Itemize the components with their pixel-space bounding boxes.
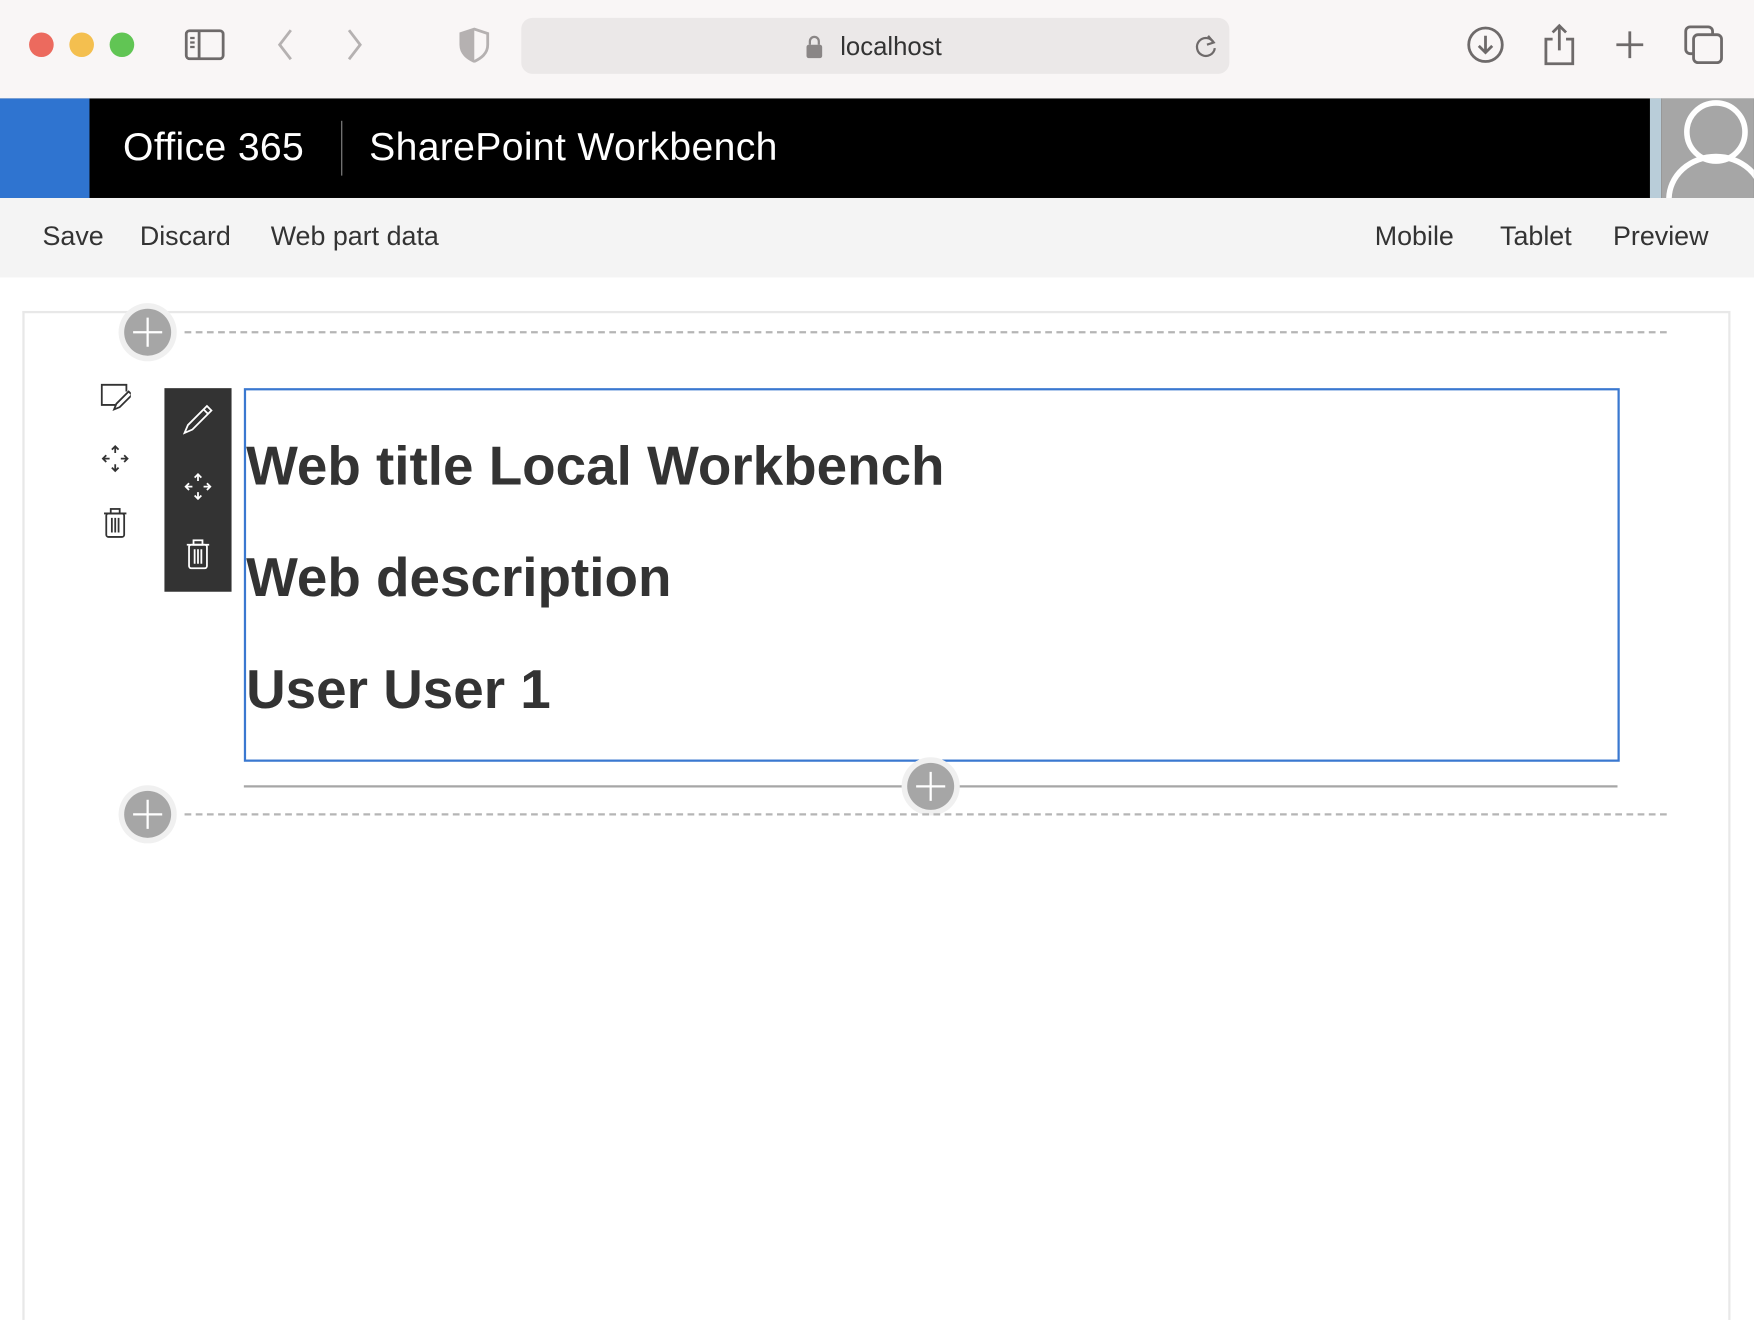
section-divider bbox=[184, 331, 1667, 334]
add-section-button[interactable] bbox=[124, 790, 172, 838]
plus-icon bbox=[916, 771, 946, 801]
header-divider bbox=[341, 120, 343, 176]
maximize-window-button[interactable] bbox=[109, 32, 135, 58]
web-part-toolbar bbox=[164, 388, 232, 592]
downloads-icon[interactable] bbox=[1463, 22, 1508, 67]
reload-icon[interactable] bbox=[1192, 32, 1219, 64]
browser-toolbar: localhost bbox=[0, 0, 1754, 99]
move-section-icon[interactable] bbox=[101, 444, 130, 479]
privacy-shield-icon[interactable] bbox=[452, 22, 497, 67]
app-launcher-button[interactable] bbox=[0, 98, 90, 198]
save-button[interactable]: Save bbox=[43, 221, 104, 252]
move-web-part-icon[interactable] bbox=[183, 472, 212, 507]
web-part-data-button[interactable]: Web part data bbox=[271, 221, 439, 252]
avatar-edge bbox=[1649, 98, 1662, 198]
suite-header: Office 365 SharePoint Workbench bbox=[0, 98, 1754, 198]
tablet-button[interactable]: Tablet bbox=[1500, 221, 1572, 252]
plus-icon bbox=[133, 799, 163, 829]
sidebar-icon[interactable] bbox=[182, 22, 227, 67]
minimize-window-button[interactable] bbox=[69, 32, 94, 58]
add-web-part-button[interactable] bbox=[907, 762, 955, 810]
tab-overview-icon[interactable] bbox=[1681, 22, 1726, 67]
plus-icon bbox=[133, 317, 163, 347]
delete-section-icon[interactable] bbox=[103, 508, 128, 545]
web-title-heading: Web title Local Workbench bbox=[246, 436, 945, 497]
share-icon[interactable] bbox=[1537, 22, 1582, 67]
product-name: SharePoint Workbench bbox=[369, 125, 778, 169]
command-bar: Save Discard Web part data Mobile Tablet… bbox=[0, 197, 1754, 278]
forward-icon[interactable] bbox=[332, 22, 377, 67]
user-heading: User User 1 bbox=[246, 659, 551, 721]
discard-button[interactable]: Discard bbox=[140, 221, 231, 252]
edit-section-icon[interactable] bbox=[100, 383, 134, 418]
preview-button[interactable]: Preview bbox=[1613, 221, 1708, 252]
add-section-button[interactable] bbox=[124, 308, 172, 356]
app-name[interactable]: Office 365 bbox=[123, 125, 304, 170]
user-avatar[interactable] bbox=[1661, 98, 1754, 198]
section-divider bbox=[184, 813, 1667, 816]
edit-web-part-icon[interactable] bbox=[182, 404, 213, 441]
back-icon[interactable] bbox=[263, 22, 308, 67]
person-icon bbox=[1666, 100, 1754, 198]
address-bar[interactable]: localhost bbox=[521, 17, 1230, 74]
mobile-button[interactable]: Mobile bbox=[1375, 221, 1454, 252]
close-window-button[interactable] bbox=[29, 32, 54, 58]
web-part[interactable]: Web title Local Workbench Web descriptio… bbox=[243, 388, 1620, 762]
delete-web-part-icon[interactable] bbox=[186, 539, 211, 576]
new-tab-icon[interactable] bbox=[1607, 22, 1652, 67]
web-description-heading: Web description bbox=[246, 548, 672, 609]
url-text: localhost bbox=[840, 31, 942, 61]
